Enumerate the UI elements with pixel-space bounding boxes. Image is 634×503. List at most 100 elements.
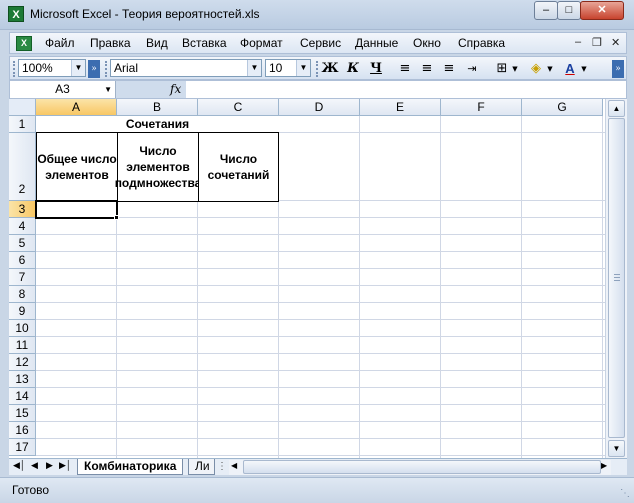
- menu-insert[interactable]: Вставка: [182, 36, 227, 50]
- cell-c2[interactable]: Число сочетаний: [198, 132, 279, 202]
- row-header-1[interactable]: 1: [9, 116, 36, 133]
- italic-button[interactable]: К: [343, 60, 363, 78]
- next-sheet-icon[interactable]: ▶: [46, 460, 53, 471]
- font-size-select[interactable]: 10 ▼: [265, 59, 311, 77]
- first-sheet-icon[interactable]: ◀│: [13, 460, 26, 471]
- row-header-5[interactable]: 5: [9, 235, 36, 252]
- excel-app-icon[interactable]: X: [8, 6, 24, 22]
- column-header-b[interactable]: B: [117, 99, 198, 116]
- column-header-f[interactable]: F: [441, 99, 522, 116]
- toolbar-grip[interactable]: [105, 61, 108, 77]
- chevron-down-icon[interactable]: ▼: [247, 60, 261, 76]
- sheet-tab-second[interactable]: Ли: [188, 459, 215, 475]
- toolbar-options-icon[interactable]: »: [88, 60, 100, 78]
- chevron-down-icon[interactable]: ▼: [71, 60, 85, 76]
- row-header-11[interactable]: 11: [9, 337, 36, 354]
- gridline: [36, 438, 605, 439]
- menu-format[interactable]: Формат: [240, 36, 283, 50]
- thumb-grip: [614, 280, 620, 281]
- column-header-c[interactable]: C: [198, 99, 279, 116]
- minimize-button[interactable]: –: [534, 1, 558, 20]
- fill-color-icon[interactable]: ◈: [526, 60, 546, 78]
- select-all-corner[interactable]: [9, 99, 36, 116]
- cell-a2[interactable]: Общее число элементов: [36, 132, 118, 202]
- name-box[interactable]: A3 ▼: [10, 81, 116, 98]
- toolbar-grip[interactable]: [13, 61, 16, 77]
- active-cell-selection[interactable]: [35, 200, 118, 219]
- borders-icon[interactable]: ⊞: [492, 60, 512, 78]
- align-center-icon[interactable]: ≡: [417, 60, 437, 78]
- insert-function-icon[interactable]: fx: [170, 82, 181, 96]
- chevron-down-icon[interactable]: ▼: [510, 60, 520, 78]
- doc-restore-icon[interactable]: ❐: [592, 36, 602, 49]
- gridline: [36, 251, 605, 252]
- row-header-3[interactable]: 3: [9, 201, 36, 218]
- menu-view[interactable]: Вид: [146, 36, 168, 50]
- font-value: Arial: [114, 61, 139, 75]
- chevron-down-icon[interactable]: ▼: [579, 60, 589, 78]
- scroll-right-icon[interactable]: ▶: [601, 461, 607, 470]
- toolbar-options-icon[interactable]: »: [612, 60, 624, 78]
- chevron-down-icon[interactable]: ▼: [545, 60, 555, 78]
- row-header-13[interactable]: 13: [9, 371, 36, 388]
- doc-minimize-icon[interactable]: –: [575, 36, 581, 48]
- column-header-a[interactable]: A: [36, 99, 117, 116]
- align-right-icon[interactable]: ≡: [439, 60, 459, 78]
- row-header-6[interactable]: 6: [9, 252, 36, 269]
- scroll-left-icon[interactable]: ◀: [231, 461, 237, 470]
- row-header-10[interactable]: 10: [9, 320, 36, 337]
- gridline: [36, 319, 605, 320]
- horizontal-scrollbar[interactable]: ◀ ▶: [229, 460, 611, 475]
- row-header-4[interactable]: 4: [9, 218, 36, 235]
- font-color-icon[interactable]: A: [560, 60, 580, 78]
- row-header-17[interactable]: 17: [9, 439, 36, 456]
- vertical-scrollbar[interactable]: ▲ ▼: [605, 99, 627, 458]
- worksheet-grid[interactable]: A B C D E F G 1 2 3 4 5 6 7 8 9 10 11 12…: [9, 99, 605, 458]
- row-header-8[interactable]: 8: [9, 286, 36, 303]
- menu-file[interactable]: Файл: [45, 36, 75, 50]
- cell-a1-merged[interactable]: Сочетания: [36, 116, 279, 133]
- row-header-12[interactable]: 12: [9, 354, 36, 371]
- prev-sheet-icon[interactable]: ◀: [31, 460, 38, 471]
- row-header-9[interactable]: 9: [9, 303, 36, 320]
- resize-grip-icon[interactable]: ⋱: [620, 488, 630, 499]
- row-header-2[interactable]: 2: [9, 133, 36, 201]
- column-header-g[interactable]: G: [522, 99, 603, 116]
- align-left-icon[interactable]: ≡: [395, 60, 415, 78]
- tab-split-handle[interactable]: ⋮: [217, 461, 227, 472]
- workbook-icon[interactable]: X: [16, 36, 32, 51]
- vertical-scroll-thumb[interactable]: [608, 118, 625, 438]
- scroll-up-icon[interactable]: ▲: [608, 100, 625, 117]
- chevron-down-icon[interactable]: ▼: [104, 81, 112, 98]
- fill-handle[interactable]: [114, 215, 119, 220]
- horizontal-scroll-thumb[interactable]: [243, 460, 601, 474]
- zoom-select[interactable]: 100% ▼: [18, 59, 86, 77]
- toolbar-grip[interactable]: [316, 61, 319, 77]
- formula-input[interactable]: [186, 81, 626, 98]
- merge-center-icon[interactable]: ⇥: [462, 60, 482, 78]
- last-sheet-icon[interactable]: ▶│: [59, 460, 72, 471]
- underline-button[interactable]: Ч: [366, 60, 386, 78]
- menu-tools[interactable]: Сервис: [300, 36, 341, 50]
- column-header-e[interactable]: E: [360, 99, 441, 116]
- menu-help[interactable]: Справка: [458, 36, 505, 50]
- row-header-15[interactable]: 15: [9, 405, 36, 422]
- gridline: [36, 268, 605, 269]
- zoom-value: 100%: [22, 61, 53, 75]
- maximize-button[interactable]: □: [557, 1, 581, 20]
- column-header-d[interactable]: D: [279, 99, 360, 116]
- bold-button[interactable]: Ж: [320, 60, 340, 78]
- row-header-16[interactable]: 16: [9, 422, 36, 439]
- menu-window[interactable]: Окно: [413, 36, 441, 50]
- cell-b2[interactable]: Число элементов подмножества: [115, 132, 201, 202]
- doc-close-icon[interactable]: ✕: [611, 36, 620, 49]
- menu-edit[interactable]: Правка: [90, 36, 131, 50]
- sheet-tab-combinatorics[interactable]: Комбинаторика: [77, 459, 184, 475]
- menu-data[interactable]: Данные: [355, 36, 398, 50]
- close-button[interactable]: ✕: [580, 1, 624, 20]
- font-select[interactable]: Arial ▼: [110, 59, 262, 77]
- chevron-down-icon[interactable]: ▼: [296, 60, 310, 76]
- row-header-7[interactable]: 7: [9, 269, 36, 286]
- scroll-down-icon[interactable]: ▼: [608, 440, 625, 457]
- row-header-14[interactable]: 14: [9, 388, 36, 405]
